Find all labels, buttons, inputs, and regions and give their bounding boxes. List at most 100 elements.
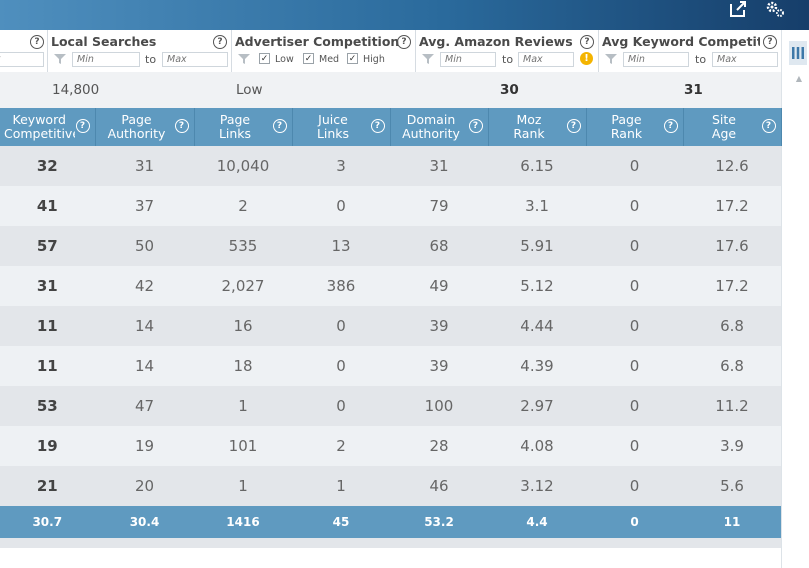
help-icon[interactable]: ?	[370, 119, 385, 133]
summary-row: 14,800 Low 30 31	[0, 72, 781, 108]
table-cell: 2	[292, 426, 390, 466]
column-header-label: KeywordCompetitive...	[4, 113, 75, 141]
column-header-label: Site Age	[711, 113, 737, 141]
med-checkbox[interactable]: ✓	[303, 53, 314, 64]
table-cell: 4.39	[488, 346, 586, 386]
table-cell: 14	[95, 306, 194, 346]
table-cell: 68	[390, 226, 488, 266]
table-cell: 31	[0, 266, 95, 306]
footer-cell: 53.2	[390, 506, 488, 538]
gears-icon[interactable]	[764, 0, 786, 18]
filter-partial-left: ?	[0, 30, 48, 72]
table-cell: 100	[390, 386, 488, 426]
table-cell: 0	[586, 346, 683, 386]
table-cell: 0	[586, 266, 683, 306]
column-header[interactable]: KeywordCompetitive...?	[0, 108, 96, 146]
table-row[interactable]: 11 14 18 0 39 4.39 0 6.8	[0, 346, 781, 386]
help-icon[interactable]: ?	[566, 119, 581, 133]
table-cell: 0	[292, 386, 390, 426]
column-header[interactable]: Juice Links?	[292, 108, 391, 146]
low-checkbox[interactable]: ✓	[259, 53, 270, 64]
amazon-reviews-min-input[interactable]	[440, 52, 496, 67]
table-cell: 39	[390, 306, 488, 346]
table-cell: 6.15	[488, 146, 586, 186]
table-cell: 3.1	[488, 186, 586, 226]
keyword-comp-max-input[interactable]	[712, 52, 778, 67]
column-header-label: Domain Authority	[402, 113, 460, 141]
table-cell: 10,040	[194, 146, 292, 186]
column-header[interactable]: Page Links?	[194, 108, 293, 146]
table-cell: 6.8	[683, 306, 781, 346]
table-cell: 39	[390, 346, 488, 386]
table-row[interactable]: 53 47 1 0 100 2.97 0 11.2	[0, 386, 781, 426]
column-header[interactable]: Site Age?	[683, 108, 782, 146]
table-cell: 0	[586, 226, 683, 266]
amazon-reviews-max-input[interactable]	[518, 52, 574, 67]
table-cell: 11.2	[683, 386, 781, 426]
help-icon[interactable]: ?	[272, 119, 287, 133]
table-cell: 17.6	[683, 226, 781, 266]
scroll-up-icon[interactable]: ▲	[792, 74, 806, 88]
help-icon[interactable]: ?	[763, 35, 777, 49]
export-icon[interactable]	[727, 0, 749, 18]
help-icon[interactable]: ?	[397, 35, 411, 49]
help-icon[interactable]: ?	[468, 119, 483, 133]
column-header[interactable]: Moz Rank?	[488, 108, 587, 146]
column-header[interactable]: Page Authority?	[95, 108, 195, 146]
column-header[interactable]: Domain Authority?	[390, 108, 489, 146]
keyword-comp-min-input[interactable]	[623, 52, 689, 67]
table-footer-row: 30.7 30.4 1416 45 53.2 4.4 0 11	[0, 506, 781, 538]
table-cell: 12.6	[683, 146, 781, 186]
table-cell: 0	[586, 386, 683, 426]
local-searches-max-input[interactable]	[162, 52, 228, 67]
table-row[interactable]: 31 42 2,027 386 49 5.12 0 17.2	[0, 266, 781, 306]
range-to-label: to	[695, 53, 707, 66]
table-cell: 50	[95, 226, 194, 266]
filter-funnel-icon[interactable]	[237, 53, 251, 65]
table-cell: 17.2	[683, 186, 781, 226]
table-row[interactable]: 32 31 10,040 3 31 6.15 0 12.6	[0, 146, 781, 186]
table-row[interactable]: 19 19 101 2 28 4.08 0 3.9	[0, 426, 781, 466]
footer-cell: 45	[292, 506, 390, 538]
help-icon[interactable]: ?	[663, 119, 678, 133]
table-row[interactable]: 21 20 1 1 46 3.12 0 5.6	[0, 466, 781, 506]
help-icon[interactable]: ?	[761, 119, 776, 133]
table-cell: 41	[0, 186, 95, 226]
table-cell: 16	[194, 306, 292, 346]
filter-funnel-icon[interactable]	[604, 53, 618, 65]
column-header-label: Page Links	[218, 113, 252, 141]
column-header-label: Moz Rank	[513, 113, 545, 141]
table-cell: 101	[194, 426, 292, 466]
filter-funnel-icon[interactable]	[421, 53, 435, 65]
table-row[interactable]: 11 14 16 0 39 4.44 0 6.8	[0, 306, 781, 346]
summary-avg-keyword-competitiveness: 31	[684, 82, 703, 98]
filter-advertiser-competition: Advertiser Competition ? ✓ Low ✓ Med ✓ H…	[232, 30, 416, 72]
table-cell: 386	[292, 266, 390, 306]
high-checkbox[interactable]: ✓	[347, 53, 358, 64]
range-to-label: to	[145, 53, 157, 66]
help-icon[interactable]: ?	[213, 35, 227, 49]
columns-icon[interactable]	[789, 41, 807, 65]
filter-funnel-icon[interactable]	[53, 53, 67, 65]
column-header[interactable]: Page Rank?	[586, 108, 684, 146]
filter-title: Avg Keyword Competitiv...	[602, 34, 760, 49]
table-cell: 4.44	[488, 306, 586, 346]
footer-cell: 4.4	[488, 506, 586, 538]
partial-max-input[interactable]	[0, 52, 44, 67]
table-cell: 5.91	[488, 226, 586, 266]
help-icon[interactable]: ?	[30, 35, 44, 49]
table-cell: 0	[586, 466, 683, 506]
table-cell: 42	[95, 266, 194, 306]
table-row[interactable]: 41 37 2 0 79 3.1 0 17.2	[0, 186, 781, 226]
table-cell: 535	[194, 226, 292, 266]
top-toolbar	[0, 0, 809, 30]
help-icon[interactable]: ?	[580, 35, 594, 49]
warning-icon[interactable]: !	[580, 52, 593, 65]
filter-title: Local Searches	[51, 34, 157, 49]
help-icon[interactable]: ?	[75, 119, 90, 133]
help-icon[interactable]: ?	[174, 119, 189, 133]
local-searches-min-input[interactable]	[72, 52, 140, 67]
table-cell: 2.97	[488, 386, 586, 426]
table-row[interactable]: 57 50 535 13 68 5.91 0 17.6	[0, 226, 781, 266]
table-cell: 11	[0, 346, 95, 386]
